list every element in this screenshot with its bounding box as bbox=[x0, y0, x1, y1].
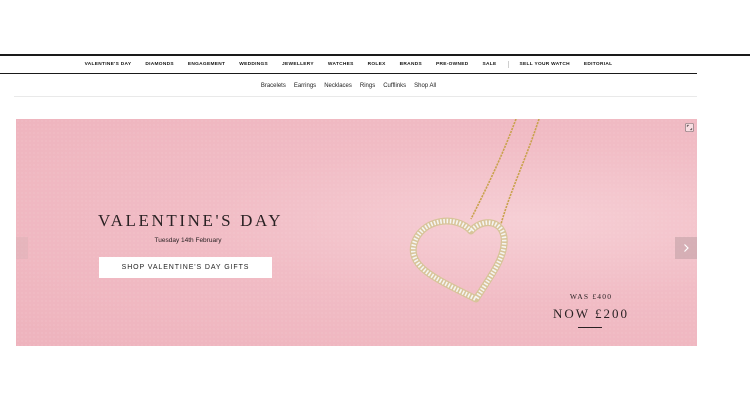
nav-sell-your-watch[interactable]: SELL YOUR WATCH bbox=[513, 62, 577, 67]
price-underline bbox=[578, 327, 602, 328]
hero-date: Tuesday 14th February bbox=[154, 237, 222, 244]
nav-diamonds[interactable]: DIAMONDS bbox=[138, 62, 181, 67]
nav-jewellery[interactable]: JEWELLERY bbox=[275, 62, 321, 67]
chevron-left-icon[interactable] bbox=[16, 237, 28, 259]
subnav-cufflinks[interactable]: Cufflinks bbox=[379, 83, 410, 89]
subnav-earrings[interactable]: Earrings bbox=[290, 83, 320, 89]
subnav-divider bbox=[14, 96, 697, 97]
nav-rolex[interactable]: ROLEX bbox=[361, 62, 393, 67]
now-price: NOW £200 bbox=[552, 306, 630, 321]
was-price: WAS £400 bbox=[569, 292, 613, 301]
nav-weddings[interactable]: WEDDINGS bbox=[232, 62, 275, 67]
nav-sale[interactable]: SALE bbox=[476, 62, 504, 67]
nav-separator bbox=[507, 61, 509, 68]
hero-banner[interactable]: VALENTINE'S DAY Tuesday 14th February SH… bbox=[16, 119, 697, 346]
main-navigation: VALENTINE'S DAY DIAMONDS ENGAGEMENT WEDD… bbox=[0, 56, 697, 74]
nav-engagement[interactable]: ENGAGEMENT bbox=[181, 62, 232, 67]
nav-watches[interactable]: WATCHES bbox=[321, 62, 361, 67]
nav-editorial[interactable]: EDITORIAL bbox=[577, 62, 619, 67]
nav-brands[interactable]: BRANDS bbox=[393, 62, 429, 67]
subnav-necklaces[interactable]: Necklaces bbox=[320, 83, 356, 89]
expand-icon[interactable] bbox=[683, 121, 695, 133]
sub-navigation: Bracelets Earrings Necklaces Rings Cuffl… bbox=[0, 77, 697, 95]
hero-title: VALENTINE'S DAY bbox=[98, 211, 284, 230]
subnav-rings[interactable]: Rings bbox=[356, 83, 379, 89]
shop-valentines-gifts-button[interactable]: SHOP VALENTINE'S DAY GIFTS bbox=[99, 257, 272, 278]
nav-valentines-day[interactable]: VALENTINE'S DAY bbox=[78, 62, 139, 67]
nav-pre-owned[interactable]: PRE-OWNED bbox=[429, 62, 476, 67]
subnav-shop-all[interactable]: Shop All bbox=[410, 83, 440, 89]
subnav-bracelets[interactable]: Bracelets bbox=[257, 83, 290, 89]
heart-pendant-image bbox=[409, 119, 540, 303]
chevron-right-icon[interactable] bbox=[675, 237, 697, 259]
